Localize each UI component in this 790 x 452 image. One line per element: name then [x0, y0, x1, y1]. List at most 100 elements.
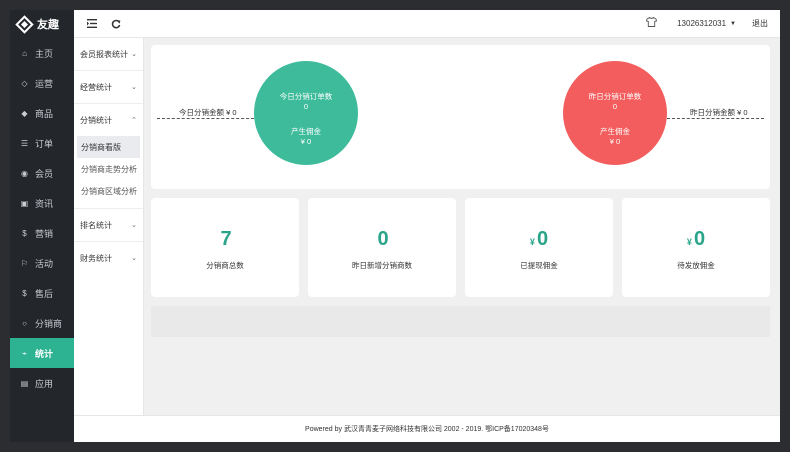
sidebar-item-distributor[interactable]: ○ 分销商: [10, 308, 74, 338]
sidebar-item-home[interactable]: ⌂ 主页: [10, 38, 74, 68]
sidebar-item-label: 分销商: [35, 318, 63, 329]
submenu-item-distributor-region[interactable]: 分销商区域分析: [74, 180, 143, 202]
pulse-icon: ⌁: [22, 348, 27, 358]
sidebar-item-label: 统计: [35, 348, 54, 359]
sidebar-item-members[interactable]: ◉ 会员: [10, 158, 74, 188]
stat-label: 已提现佣金: [520, 261, 558, 270]
currency-symbol: ¥: [686, 237, 692, 247]
sidebar-item-activity[interactable]: ⚐ 活动: [10, 248, 74, 278]
stat-number: 0: [693, 228, 706, 250]
theme-icon[interactable]: [646, 16, 658, 30]
currency-symbol: ¥: [529, 237, 535, 247]
sidebar-item-apps[interactable]: ▤ 应用: [10, 368, 74, 398]
stat-value: 7: [151, 228, 299, 251]
today-orders-value: 0: [303, 102, 309, 111]
sidebar-item-label: 主页: [35, 48, 54, 59]
chevron-down-icon: ⌄: [131, 222, 137, 229]
sidebar-item-aftersale[interactable]: $ 售后: [10, 278, 74, 308]
sidebar-nav: ⌂ 主页 ◇ 运营 ◆ 商品 ☰ 订单 ◉ 会员 ▣ 资讯 $ 营销 ⚐ 活动 $ 售后 ○ 分销商…: [10, 38, 74, 398]
main-sidebar: 友趣 ⌂ 主页 ◇ 运营 ◆ 商品 ☰ 订单 ◉ 会员 ▣ 资讯 $ 营销 ⚐ 活动 $ 售后 ○…: [10, 10, 74, 442]
sidebar-item-label: 活动: [35, 258, 54, 269]
submenu-item-distributor-trend[interactable]: 分销商走势分析: [74, 158, 143, 180]
yesterday-summary-circle: 昨日分销订单数 0 产生佣金 ¥ 0: [563, 61, 667, 165]
stat-card-total-distributors: 7 分销商总数: [151, 198, 299, 297]
yesterday-amount-label: 昨日分销金额 ¥ 0: [690, 108, 748, 117]
stat-number: 0: [377, 228, 389, 250]
logout-link[interactable]: 退出: [752, 18, 768, 29]
today-divider-line: [157, 118, 254, 119]
today-summary-circle: 今日分销订单数 0 产生佣金 ¥ 0: [254, 61, 358, 165]
yesterday-orders: 昨日分销订单数 0: [563, 92, 667, 112]
sidebar-item-statistics[interactable]: ⌁ 统计: [10, 338, 74, 368]
stat-label: 分销商总数: [206, 261, 244, 270]
empty-area: [151, 306, 770, 337]
submenu-group-member-report[interactable]: 会员报表统计 ⌄: [74, 38, 143, 70]
today-orders: 今日分销订单数 0: [254, 92, 358, 112]
submenu-group-ranking[interactable]: 排名统计 ⌄: [74, 209, 143, 241]
today-orders-label: 今日分销订单数: [279, 92, 333, 101]
overview-panel: 今日分销金额 ¥ 0 今日分销订单数 0 产生佣金 ¥ 0 昨日分销订单数 0 …: [151, 45, 770, 189]
chevron-up-icon: ⌃: [131, 117, 137, 124]
yesterday-commission-value: ¥ 0: [609, 137, 621, 146]
submenu-group: 分销统计 ⌃ 分销商看版 分销商走势分析 分销商区域分析: [74, 104, 143, 209]
submenu-group-items: 分销商看版 分销商走势分析 分销商区域分析: [74, 136, 143, 208]
sidebar-item-label: 营销: [35, 228, 54, 239]
flag-icon: ⚐: [20, 258, 29, 268]
stat-number: 7: [220, 228, 232, 250]
submenu-group: 排名统计 ⌄: [74, 209, 143, 242]
sidebar-item-marketing[interactable]: $ 营销: [10, 218, 74, 248]
stat-number: 0: [536, 228, 549, 250]
sidebar-item-goods[interactable]: ◆ 商品: [10, 98, 74, 128]
yesterday-commission-label: 产生佣金: [600, 127, 630, 136]
chevron-down-icon: ⌄: [131, 51, 137, 58]
today-commission-label: 产生佣金: [291, 127, 321, 136]
today-commission-value: ¥ 0: [300, 137, 312, 146]
menu-toggle-icon[interactable]: [80, 10, 104, 38]
submenu-group-title: 会员报表统计: [80, 49, 128, 59]
app-window: 友趣 ⌂ 主页 ◇ 运营 ◆ 商品 ☰ 订单 ◉ 会员 ▣ 资讯 $ 营销 ⚐ 活动 $ 售后 ○…: [10, 10, 780, 442]
coin-icon: $: [22, 288, 27, 298]
stats-cards: 7 分销商总数 0 昨日新增分销商数 ¥0 已提现佣金 ¥0 待发放佣金: [151, 198, 770, 297]
apps-icon: ▤: [20, 378, 29, 388]
submenu-group-title: 排名统计: [80, 220, 112, 230]
sidebar-item-orders[interactable]: ☰ 订单: [10, 128, 74, 158]
page-footer: Powered by 武汉青青麦子网络科技有限公司 2002 - 2019. 鄂…: [74, 415, 780, 442]
stat-card-new-distributors: 0 昨日新增分销商数: [308, 198, 456, 297]
refresh-icon[interactable]: [104, 10, 128, 38]
sidebar-item-label: 资讯: [35, 198, 54, 209]
submenu-group: 会员报表统计 ⌄: [74, 38, 143, 71]
submenu-group-title: 经营统计: [80, 82, 112, 92]
submenu-group-business[interactable]: 经营统计 ⌄: [74, 71, 143, 103]
main-content: 今日分销金额 ¥ 0 今日分销订单数 0 产生佣金 ¥ 0 昨日分销订单数 0 …: [151, 45, 770, 337]
submenu-group-title: 财务统计: [80, 253, 112, 263]
list-icon: ☰: [20, 138, 29, 148]
brand-name: 友趣: [37, 19, 59, 31]
news-icon: ▣: [20, 198, 29, 208]
yesterday-commission: 产生佣金 ¥ 0: [563, 127, 667, 147]
sidebar-item-operation[interactable]: ◇ 运营: [10, 68, 74, 98]
chevron-down-icon: ⌄: [131, 255, 137, 262]
submenu-group-distribution[interactable]: 分销统计 ⌃: [74, 104, 143, 136]
brand-logo[interactable]: 友趣: [10, 10, 74, 38]
stat-label: 昨日新增分销商数: [352, 261, 412, 270]
sidebar-item-label: 订单: [35, 138, 54, 149]
user-icon: ○: [22, 318, 27, 328]
submenu-group-title: 分销统计: [80, 115, 112, 125]
submenu-item-distributor-board[interactable]: 分销商看版: [77, 136, 140, 158]
logo-icon: [15, 14, 34, 34]
submenu-group: 经营统计 ⌄: [74, 71, 143, 104]
user-phone: 13026312031: [677, 19, 727, 28]
shield-icon: ◇: [21, 78, 28, 88]
sidebar-item-label: 商品: [35, 108, 54, 119]
caret-down-icon: ▼: [730, 20, 736, 27]
home-icon: ⌂: [22, 48, 27, 58]
submenu-group: 财务统计 ⌄: [74, 242, 143, 274]
today-amount-label: 今日分销金额 ¥ 0: [179, 108, 237, 117]
user-dropdown[interactable]: 13026312031 ▼: [677, 19, 736, 28]
users-icon: ◉: [21, 168, 28, 178]
stats-submenu: 会员报表统计 ⌄ 经营统计 ⌄ 分销统计 ⌃ 分销商看版 分销商走势分析 分销商…: [74, 38, 144, 415]
sidebar-item-label: 会员: [35, 168, 54, 179]
stat-value: 0: [308, 228, 456, 251]
sidebar-item-news[interactable]: ▣ 资讯: [10, 188, 74, 218]
submenu-group-finance[interactable]: 财务统计 ⌄: [74, 242, 143, 274]
